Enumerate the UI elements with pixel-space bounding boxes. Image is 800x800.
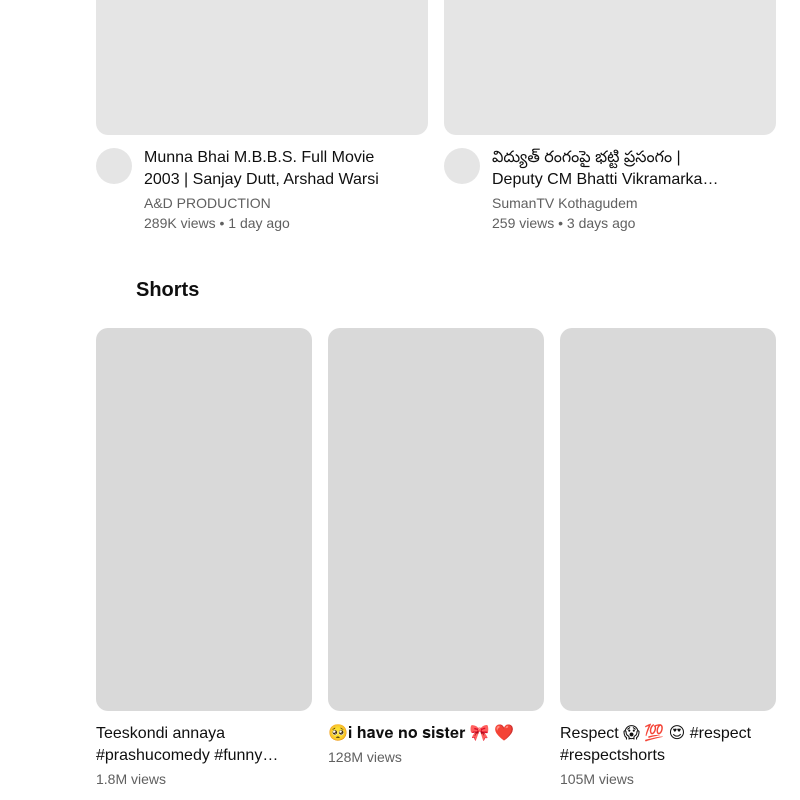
short-card[interactable]: 🥺𝐢 𝐡𝐚𝐯𝐞 𝐧𝐨 𝐬𝐢𝐬𝐭𝐞𝐫 🎀 ❤️ 128M views — [328, 328, 544, 767]
short-card[interactable]: Respect 😱 💯 😍 #respect #respectshorts 10… — [560, 328, 776, 789]
short-thumbnail[interactable] — [560, 328, 776, 711]
video-title[interactable]: Munna Bhai M.B.B.S. Full Movie 2003 | Sa… — [144, 147, 384, 191]
short-meta: 🥺𝐢 𝐡𝐚𝐯𝐞 𝐧𝐨 𝐬𝐢𝐬𝐭𝐞𝐫 🎀 ❤️ 128M views — [328, 723, 544, 767]
video-card[interactable]: Munna Bhai M.B.B.S. Full Movie 2003 | Sa… — [96, 0, 428, 233]
video-stats: 289K views • 1 day ago — [144, 215, 290, 231]
channel-name[interactable]: SumanTV Kothagudem — [492, 193, 776, 213]
short-card[interactable]: Teeskondi annaya #prashucomedy #funny #c… — [96, 328, 312, 789]
short-views: 1.8M views — [96, 771, 167, 787]
short-thumbnail[interactable] — [328, 328, 544, 711]
video-card[interactable]: విద్యుత్ రంగంపై భట్టి ప్రసంగం | Deputy C… — [444, 0, 776, 233]
video-thumbnail[interactable] — [444, 0, 776, 135]
channel-avatar[interactable] — [96, 148, 132, 184]
video-title[interactable]: విద్యుత్ రంగంపై భట్టి ప్రసంగం | Deputy C… — [492, 147, 732, 191]
short-thumbnail[interactable] — [96, 328, 312, 711]
video-thumbnail[interactable] — [96, 0, 428, 135]
shorts-section-title: Shorts — [136, 279, 200, 301]
short-views: 105M views — [560, 771, 634, 787]
short-title[interactable]: 🥺𝐢 𝐡𝐚𝐯𝐞 𝐧𝐨 𝐬𝐢𝐬𝐭𝐞𝐫 🎀 ❤️ — [328, 723, 538, 745]
video-stats: 259 views • 3 days ago — [492, 215, 636, 231]
short-title[interactable]: Teeskondi annaya #prashucomedy #funny #c… — [96, 723, 306, 767]
short-title[interactable]: Respect 😱 💯 😍 #respect #respectshorts — [560, 723, 770, 767]
channel-name[interactable]: A&D PRODUCTION — [144, 193, 428, 213]
short-views: 128M views — [328, 749, 402, 765]
channel-avatar[interactable] — [444, 148, 480, 184]
short-meta: Respect 😱 💯 😍 #respect #respectshorts 10… — [560, 723, 776, 789]
video-meta: విద్యుత్ రంగంపై భట్టి ప్రసంగం | Deputy C… — [444, 147, 776, 233]
page: Munna Bhai M.B.B.S. Full Movie 2003 | Sa… — [0, 0, 800, 800]
short-meta: Teeskondi annaya #prashucomedy #funny #c… — [96, 723, 312, 789]
video-meta: Munna Bhai M.B.B.S. Full Movie 2003 | Sa… — [96, 147, 428, 233]
